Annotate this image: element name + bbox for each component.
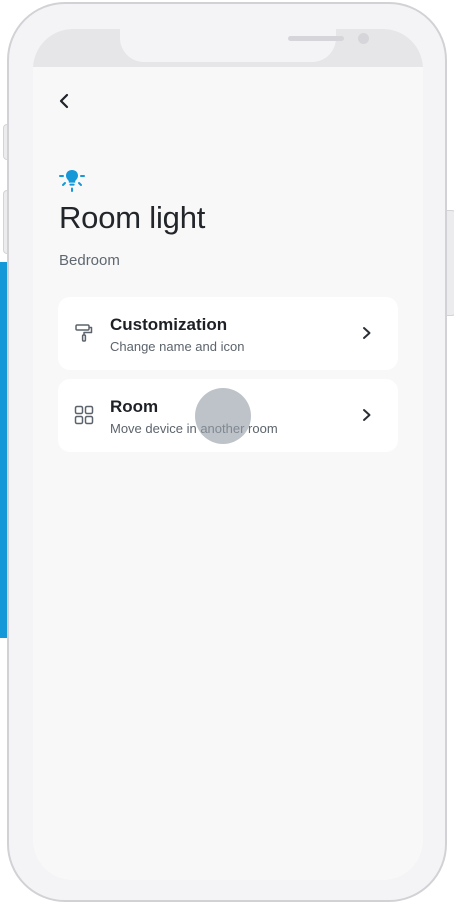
- chevron-left-icon: [59, 93, 69, 109]
- room-description: Move device in another room: [110, 421, 278, 436]
- power-button: [446, 210, 454, 316]
- device-room: Bedroom: [59, 252, 120, 269]
- touch-indicator: [195, 388, 251, 444]
- customization-description: Change name and icon: [110, 339, 245, 354]
- paint-roller-icon: [75, 324, 93, 342]
- front-camera: [358, 33, 369, 44]
- customization-option[interactable]: Customization Change name and icon: [58, 297, 398, 370]
- device-title: Room light: [59, 200, 206, 235]
- bulb-icon: [59, 170, 85, 192]
- back-button[interactable]: [53, 89, 75, 113]
- notch: [120, 29, 369, 62]
- phone-screen: Room light Bedroom Customization Change …: [33, 29, 423, 880]
- room-title: Room: [110, 397, 159, 416]
- grid-icon: [74, 405, 94, 425]
- chevron-right-icon: [363, 327, 371, 339]
- chevron-right-icon: [363, 409, 371, 421]
- speaker-grille: [288, 36, 344, 41]
- customization-title: Customization: [110, 315, 228, 334]
